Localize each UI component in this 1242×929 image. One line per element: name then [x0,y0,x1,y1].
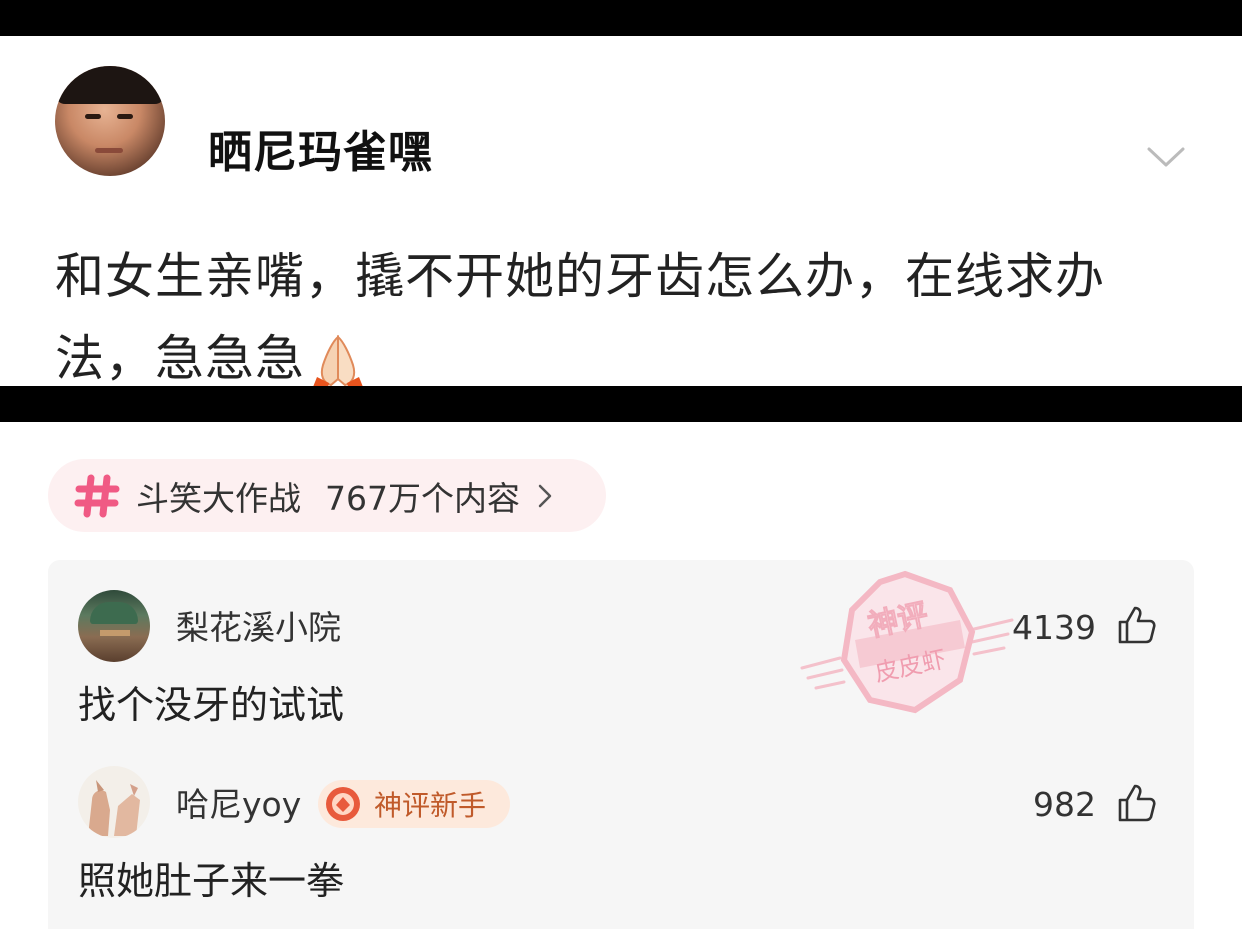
post-text: 和女生亲嘴，撬不开她的牙齿怎么办，在线求办法，急急急 [55,236,1195,400]
comment-avatar[interactable] [78,590,150,662]
top-black-bar [0,0,1242,36]
like-count: 4139 [1012,608,1096,647]
hash-icon [74,474,120,517]
comment-author[interactable]: 梨花溪小院 [176,611,341,644]
post-author-name[interactable]: 晒尼玛雀嘿 [208,131,433,175]
chevron-right-icon [538,484,552,507]
chevron-down-icon[interactable] [1146,144,1186,170]
comment-text: 找个没牙的试试 [78,683,345,727]
post-author-avatar[interactable] [55,66,165,176]
topic-count: 767万个内容 [325,478,520,518]
topic-label: 斗笑大作战 [136,478,301,518]
comments-panel: 梨花溪小院 找个没牙的试试 4139 哈尼yoy 神评新手 照她肚子来一拳 98… [48,560,1194,929]
comment-author[interactable]: 哈尼yoy [176,788,301,821]
thumbs-up-icon[interactable] [1116,604,1156,646]
shenping-stamp-icon: 神评 皮皮虾 [800,570,1014,714]
comment-text: 照她肚子来一拳 [78,859,345,903]
commenter-badge: 神评新手 [318,780,510,828]
topic-chip[interactable]: 斗笑大作战 767万个内容 [48,459,606,532]
comment-avatar[interactable] [78,766,150,838]
like-count: 982 [1033,785,1096,824]
badge-medal-icon [326,787,360,821]
badge-label: 神评新手 [374,789,487,822]
post-card: 晒尼玛雀嘿 和女生亲嘴，撬不开她的牙齿怎么办，在线求办法，急急急 [0,36,1242,391]
post-body: 和女生亲嘴，撬不开她的牙齿怎么办，在线求办法，急急急 [55,248,1106,387]
thumbs-up-icon[interactable] [1116,782,1156,824]
bottom-black-bar [0,386,1242,422]
folded-hands-icon [313,334,364,391]
